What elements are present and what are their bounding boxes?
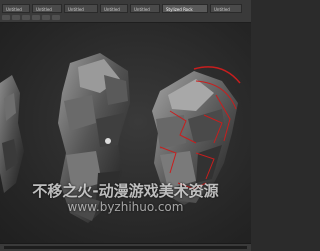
tab-4[interactable]: Untitled [100, 4, 128, 13]
tab-bar: Untitled Untitled Untitled Untitled Unti… [2, 4, 249, 13]
brush-tool-icon[interactable] [32, 15, 40, 20]
scale-tool-icon[interactable] [22, 15, 30, 20]
timeline-track[interactable] [4, 246, 247, 249]
tab-3[interactable]: Untitled [64, 4, 98, 13]
smooth-tool-icon[interactable] [42, 15, 50, 20]
tab-1[interactable]: Untitled [2, 4, 30, 13]
move-tool-icon[interactable] [2, 15, 10, 20]
tab-active[interactable]: Stylized Rock [162, 4, 208, 13]
tab-2[interactable]: Untitled [32, 4, 62, 13]
tab-5[interactable]: Untitled [130, 4, 160, 13]
application-window: Untitled Untitled Untitled Untitled Unti… [0, 0, 251, 251]
watermark-title: 不移之火-动漫游戏美术资源 [32, 182, 219, 200]
watermark-url: www.byzhihuo.com [67, 200, 184, 214]
timeline-bar [0, 243, 251, 251]
rock-sculpt-left-icon[interactable] [0, 75, 24, 193]
title-bar: Untitled Untitled Untitled Untitled Unti… [0, 0, 251, 23]
rotate-tool-icon[interactable] [12, 15, 20, 20]
mask-tool-icon[interactable] [52, 15, 60, 20]
tab-7[interactable]: Untitled [210, 4, 242, 13]
toolbar [2, 15, 249, 21]
